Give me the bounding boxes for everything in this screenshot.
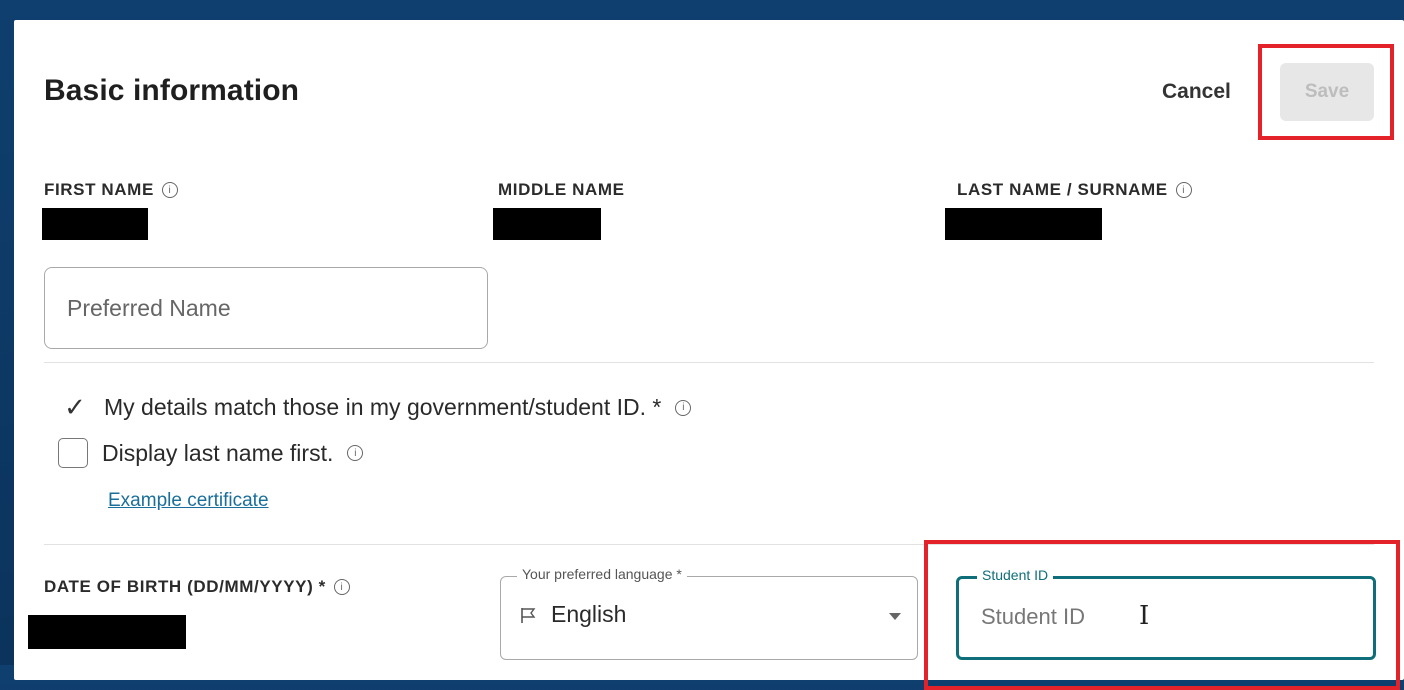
preferred-language-select[interactable]: Your preferred language * English <box>500 566 918 660</box>
display-last-name-row: Display last name first. i <box>58 438 364 468</box>
basic-information-panel: Basic information Cancel Save FIRST NAME… <box>14 20 1404 690</box>
cancel-button[interactable]: Cancel <box>1162 80 1231 104</box>
language-value-row: English <box>519 601 626 628</box>
divider <box>44 362 1374 363</box>
info-icon[interactable]: i <box>675 399 692 416</box>
last-name-label: LAST NAME / SURNAME i <box>957 180 1192 200</box>
save-highlight-box <box>1258 44 1394 140</box>
details-match-label: My details match those in my government/… <box>104 394 662 420</box>
flag-icon <box>521 607 536 623</box>
preferred-name-placeholder: Preferred Name <box>67 294 231 321</box>
page-title: Basic information <box>44 74 300 107</box>
date-of-birth-label: DATE OF BIRTH (DD/MM/YYYY) * i <box>44 577 350 597</box>
first-name-label-text: FIRST NAME <box>44 180 154 199</box>
info-icon[interactable]: i <box>347 445 364 461</box>
student-id-highlight-box <box>924 540 1400 690</box>
first-name-value-redacted <box>42 208 148 240</box>
check-icon[interactable]: ✓ <box>60 392 90 423</box>
middle-name-value-redacted <box>493 208 601 240</box>
first-name-label: FIRST NAME i <box>44 180 178 200</box>
date-of-birth-label-text: DATE OF BIRTH (DD/MM/YYYY) * <box>44 577 326 596</box>
info-icon[interactable]: i <box>161 182 178 198</box>
chevron-down-icon[interactable] <box>889 613 901 620</box>
display-last-name-label: Display last name first. <box>102 439 334 466</box>
display-last-name-checkbox[interactable] <box>58 438 88 468</box>
preferred-language-legend: Your preferred language * <box>517 566 687 582</box>
example-certificate-link[interactable]: Example certificate <box>108 490 269 512</box>
date-of-birth-value-redacted <box>28 615 186 649</box>
last-name-value-redacted <box>945 208 1102 240</box>
info-icon[interactable]: i <box>1175 182 1192 198</box>
preferred-name-input[interactable]: Preferred Name <box>44 267 488 349</box>
language-value: English <box>551 601 627 627</box>
middle-name-label-text: MIDDLE NAME <box>498 180 625 199</box>
middle-name-label: MIDDLE NAME <box>498 180 625 200</box>
last-name-label-text: LAST NAME / SURNAME <box>957 180 1168 199</box>
info-icon[interactable]: i <box>333 579 350 595</box>
details-match-row: ✓ My details match those in my governmen… <box>60 392 692 423</box>
